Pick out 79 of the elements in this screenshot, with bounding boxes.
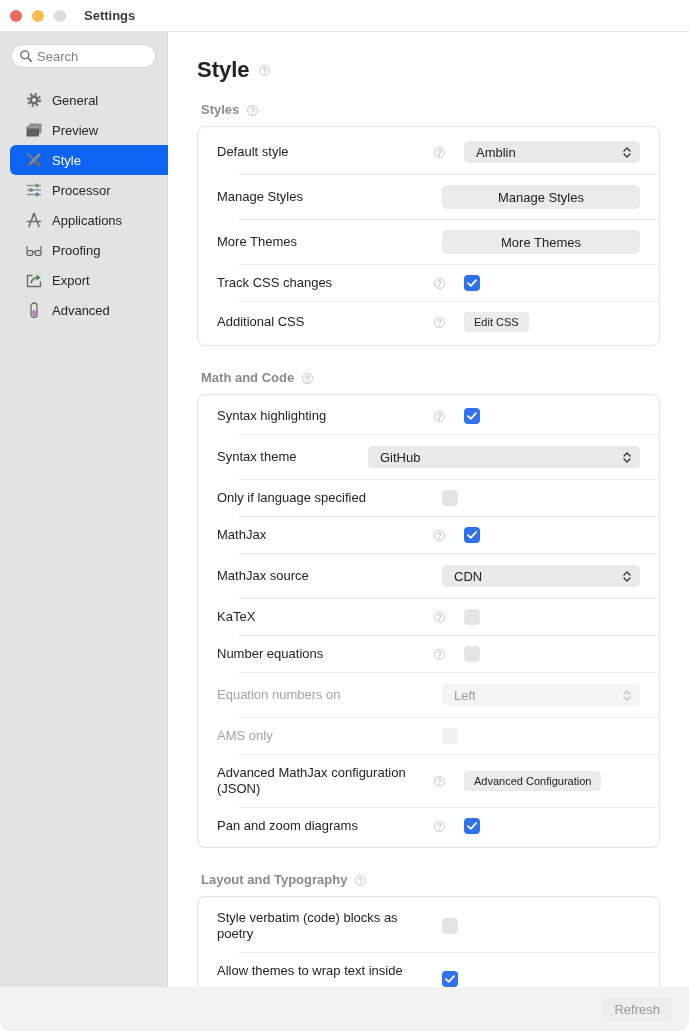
checkbox[interactable] — [442, 971, 458, 987]
small-button[interactable]: Advanced Configuration — [464, 771, 602, 791]
setting-label: Track CSS changes — [217, 275, 334, 291]
setting-label: Number equations — [217, 646, 325, 662]
help-icon[interactable] — [434, 611, 445, 623]
help-icon[interactable] — [434, 146, 445, 158]
sidebar-item[interactable]: Export — [10, 265, 168, 295]
help-icon[interactable] — [302, 372, 314, 384]
export-icon — [26, 272, 42, 288]
setting-label: AMS only — [217, 728, 274, 744]
small-button[interactable]: Edit CSS — [464, 312, 529, 332]
search-field[interactable]: Search — [11, 44, 156, 68]
setting-label: Only if language specified — [217, 490, 367, 506]
setting-label: Manage Styles — [217, 189, 304, 205]
help-icon[interactable] — [434, 410, 445, 422]
section-title: Layout and Typography — [201, 872, 348, 888]
chevron-up-down-icon — [623, 689, 631, 701]
window-stack-icon — [26, 122, 42, 138]
checkmark-icon — [467, 412, 477, 420]
setting-label: Default style — [217, 144, 290, 160]
setting-label: Syntax highlighting — [217, 408, 328, 424]
pencil-brush-icon — [26, 152, 42, 168]
section-title: Styles — [201, 102, 240, 118]
checkbox[interactable] — [464, 646, 480, 662]
push-button[interactable]: More Themes — [442, 230, 640, 254]
checkmark-icon — [467, 279, 477, 287]
close-button[interactable] — [10, 9, 22, 22]
minimize-button[interactable] — [32, 9, 44, 22]
chevron-up-down-icon — [623, 146, 631, 158]
help-icon[interactable] — [434, 277, 445, 289]
setting-label: Pan and zoom diagrams — [217, 818, 359, 834]
checkbox[interactable] — [442, 918, 458, 934]
setting-label: Allow themes to wrap text inside — [217, 963, 404, 979]
help-icon[interactable] — [247, 104, 259, 116]
push-button[interactable]: Manage Styles — [442, 185, 640, 209]
sidebar-item[interactable]: Processor — [10, 175, 168, 205]
sidebar-item[interactable]: Proofing — [10, 235, 168, 265]
checkmark-icon — [445, 975, 455, 983]
sidebar-item[interactable]: Preview — [10, 115, 168, 145]
setting-label: Style verbatim (code) blocks as poetry — [217, 910, 399, 942]
setting-label: MathJax source — [217, 568, 310, 584]
help-icon[interactable] — [434, 775, 445, 787]
setting-label: MathJax — [217, 527, 268, 543]
section-title: Math and Code — [201, 370, 295, 386]
checkbox[interactable] — [464, 408, 480, 424]
setting-label: Additional CSS — [217, 314, 306, 330]
help-icon[interactable] — [434, 316, 445, 328]
help-icon[interactable] — [355, 874, 367, 886]
sliders-icon — [26, 182, 42, 198]
setting-label: Equation numbers on — [217, 687, 342, 703]
help-icon[interactable] — [434, 529, 445, 541]
checkbox[interactable] — [442, 490, 458, 506]
dropdown[interactable]: GitHub — [368, 446, 640, 468]
checkbox[interactable] — [464, 527, 480, 543]
help-icon[interactable] — [258, 64, 270, 76]
chevron-up-down-icon — [623, 451, 631, 463]
checkbox[interactable] — [464, 818, 480, 834]
setting-label: More Themes — [217, 234, 298, 250]
setting-label: Advanced MathJax configuration (JSON) — [217, 765, 407, 797]
setting-label: KaTeX — [217, 609, 257, 625]
checkmark-icon — [467, 822, 477, 830]
search-icon — [20, 50, 32, 62]
checkbox[interactable] — [464, 275, 480, 291]
page-title: Style — [197, 56, 250, 84]
dropdown[interactable]: Amblin — [464, 141, 640, 163]
dropdown[interactable]: CDN — [442, 565, 640, 587]
help-icon[interactable] — [434, 820, 445, 832]
window-title: Settings — [84, 8, 136, 23]
sidebar-item[interactable]: General — [10, 85, 168, 115]
sidebar-item[interactable]: Applications — [10, 205, 168, 235]
sidebar-item[interactable]: Advanced — [10, 295, 168, 325]
checkbox[interactable] — [464, 609, 480, 625]
checkmark-icon — [467, 531, 477, 539]
gear-icon — [26, 92, 42, 108]
setting-label: Syntax theme — [217, 449, 298, 465]
compass-icon — [26, 212, 42, 228]
sidebar-item[interactable]: Style — [10, 145, 168, 175]
help-icon[interactable] — [434, 648, 445, 660]
chevron-up-down-icon — [623, 570, 631, 582]
